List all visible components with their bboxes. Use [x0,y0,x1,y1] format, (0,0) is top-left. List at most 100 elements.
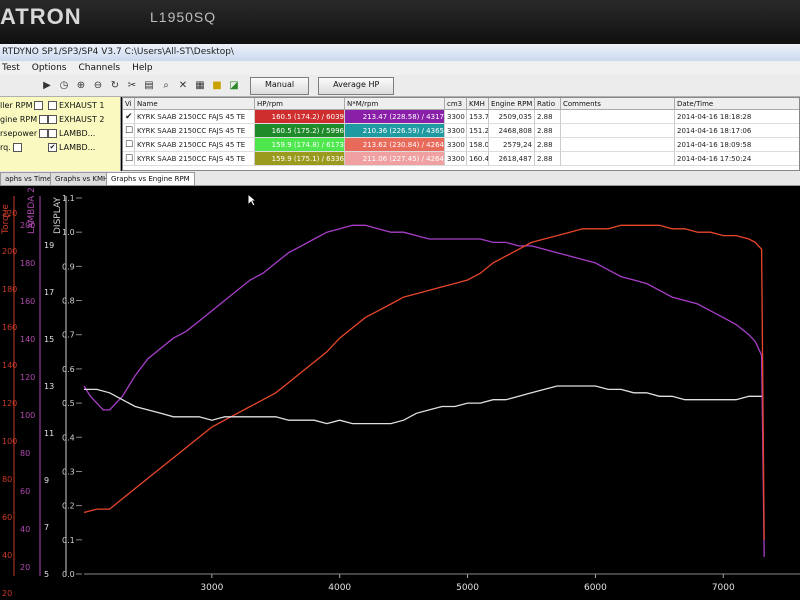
table-cell: 160.4 [467,152,489,166]
x-tick-label: 3000 [200,583,223,593]
visible-checkbox[interactable]: ✔ [123,110,135,124]
tick-label-lambda: 13 [44,382,54,391]
tick-label-display: 0.0 [62,570,75,579]
channel-item[interactable]: LAMBD... [48,129,95,138]
search-icon[interactable]: ⌕ [159,79,173,93]
menu-options[interactable]: Options [32,61,67,75]
tick-label-lambda2: 100 [20,411,35,420]
play-icon[interactable]: ▶ [40,79,54,93]
average-hp-button[interactable]: Average HP [318,76,395,95]
tick-label-left: 20 [2,589,12,598]
x-tick-label: 5000 [456,583,479,593]
table-header: Engine RPM [489,98,535,110]
menu-help[interactable]: Help [132,61,153,75]
x-tick-label: 4000 [328,583,351,593]
x-tick-label: 7000 [712,583,735,593]
monitor-brand: ATRON [0,4,82,29]
tab-bar: aphs vs Time Graphs vs KMH Graphs vs Eng… [0,171,800,186]
table-cell: 213.62 (230.84) / 4264 [345,138,445,152]
channel-item[interactable]: rq. [0,143,22,152]
manual-button[interactable]: Manual [250,76,310,95]
channel-item[interactable]: rsepower [0,129,49,138]
table-header: N*M/rpm [345,98,445,110]
channel-panel: ller RPM EXHAUST 1 gine RPM EXHAUST 2 rs… [0,97,121,171]
zoom-out-icon[interactable]: ⊖ [91,79,105,93]
monitor-bezel: ATRON L1950SQ [0,0,800,44]
table-cell [561,152,675,166]
tick-label-lambda2: 60 [20,487,30,496]
table-cell: 2014-04-16 18:17:06 [675,124,799,138]
chart-background [0,186,800,600]
tick-label-lambda: 17 [44,288,54,297]
table-cell: 2.88 [535,138,561,152]
channel-item[interactable]: EXHAUST 2 [48,115,104,124]
document-icon[interactable]: ▤ [142,79,156,93]
tick-label-lambda2: 160 [20,297,35,306]
refresh-icon[interactable]: ↻ [108,79,122,93]
tick-label-lambda2: 20 [20,563,30,572]
tick-label-left: 40 [2,551,12,560]
x-tick-label: 6000 [584,583,607,593]
table-cell: 3300 [445,110,467,124]
visible-checkbox[interactable]: ☐ [123,138,135,152]
table-header: Ratio [535,98,561,110]
visible-checkbox[interactable]: ☐ [123,152,135,166]
tab-graphs-vs-time[interactable]: aphs vs Time [0,172,57,185]
tick-label-lambda2: 120 [20,373,35,382]
table-header: Date/Time [675,98,799,110]
tick-label-display: 1.0 [62,228,75,237]
table-cell: 2.88 [535,152,561,166]
timer-icon[interactable]: ◷ [57,79,71,93]
tick-label-display: 0.5 [62,399,75,408]
folder-icon[interactable]: ■ [210,79,224,93]
menu-test[interactable]: Test [2,61,20,75]
table-cell [561,110,675,124]
table-header: KMH [467,98,489,110]
tick-label-left: 160 [2,323,17,332]
table-cell: 3300 [445,152,467,166]
tick-label-lambda2: 140 [20,335,35,344]
chart-icon[interactable]: ▦ [193,79,207,93]
tick-label-display: 0.6 [62,365,75,374]
table-cell: 3300 [445,124,467,138]
tick-label-display: 0.7 [62,331,75,340]
table-cell: 2014-04-16 17:50:24 [675,152,799,166]
tick-label-lambda2: 180 [20,259,35,268]
table-cell: KYRK SAAB 2150CC FAJS 45 TE [135,138,255,152]
table-cell: 2579,24 [489,138,535,152]
tick-label-lambda2: 80 [20,449,30,458]
table-header: Name [135,98,255,110]
visible-checkbox[interactable]: ☐ [123,124,135,138]
tick-label-display: 0.2 [62,502,75,511]
channel-item[interactable]: gine RPM [0,115,49,124]
channel-item[interactable]: ller RPM [0,101,44,110]
cut-icon[interactable]: ✂ [125,79,139,93]
tab-graphs-vs-kmh[interactable]: Graphs vs KMH [50,172,114,185]
tick-label-lambda: 11 [44,429,54,438]
table-header: Comments [561,98,675,110]
tools-icon[interactable]: ✕ [176,79,190,93]
table-header: Vi [123,98,135,110]
table-cell: 2509,035 [489,110,535,124]
channel-item[interactable]: ✔ LAMBD... [48,143,95,152]
tick-label-left: 180 [2,285,17,294]
channel-item[interactable]: EXHAUST 1 [48,101,104,110]
table-cell [561,124,675,138]
tick-label-display: 0.8 [62,297,75,306]
tab-graphs-vs-engine-rpm[interactable]: Graphs vs Engine RPM [106,172,195,185]
zoom-in-icon[interactable]: ⊕ [74,79,88,93]
tick-label-lambda: 15 [44,335,54,344]
tick-label-display: 0.1 [62,536,75,545]
table-cell: 2.88 [535,124,561,138]
table-cell: 2014-04-16 18:09:58 [675,138,799,152]
tick-label-display: 0.3 [62,467,75,476]
mouse-cursor-icon [247,193,257,207]
tick-label-display: 0.9 [62,262,75,271]
table-cell: 2014-04-16 18:18:28 [675,110,799,124]
table-cell: 159.9 (175.1) / 6336 [255,152,345,166]
table-cell: 151.2 [467,124,489,138]
table-cell [561,138,675,152]
toolbar: ▶ ◷ ⊕ ⊖ ↻ ✂ ▤ ⌕ ✕ ▦ ■ ◪ Manual Average H… [0,75,800,97]
graph-icon[interactable]: ◪ [227,79,241,93]
menu-channels[interactable]: Channels [78,61,120,75]
